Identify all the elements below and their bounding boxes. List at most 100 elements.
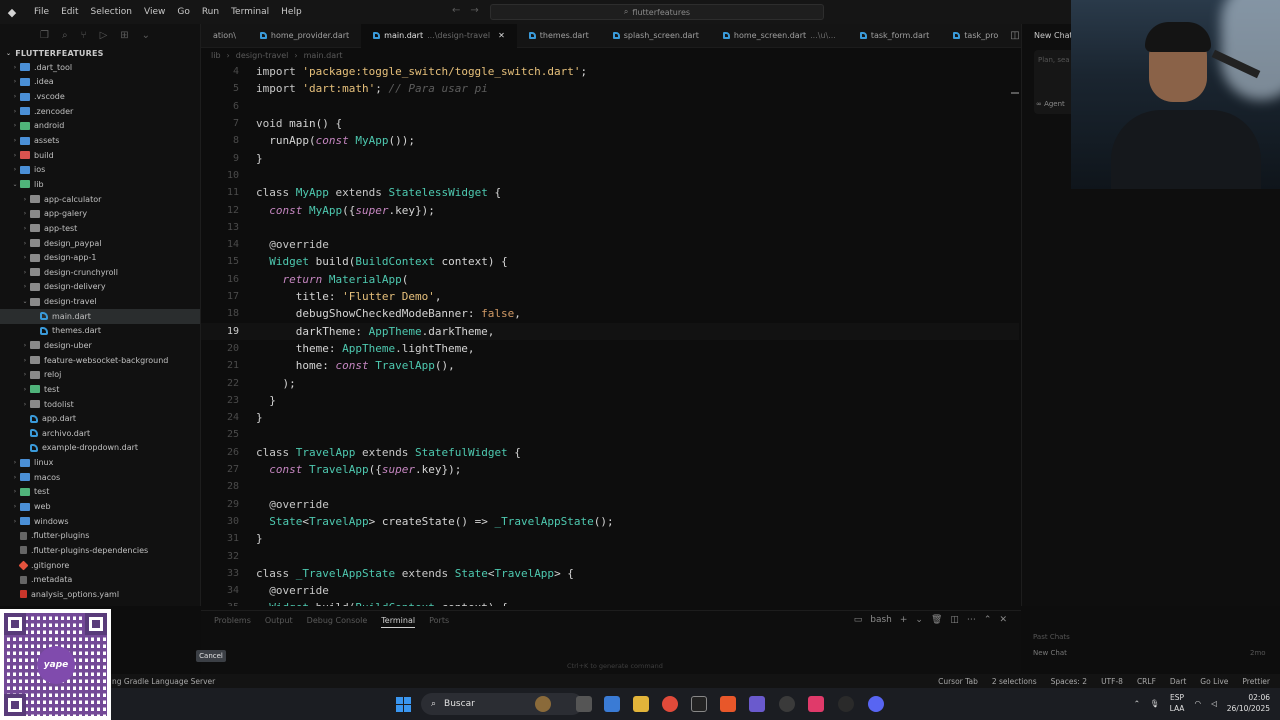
close-icon[interactable]: ✕ <box>498 31 505 40</box>
past-chat-item[interactable]: New Chat <box>1033 649 1067 657</box>
copilot-icon[interactable] <box>604 696 620 712</box>
code-line[interactable]: 12 const MyApp({super.key}); <box>201 201 1019 218</box>
volume-icon[interactable]: ◁ <box>1211 699 1217 708</box>
status-item[interactable]: Cursor Tab <box>938 677 978 686</box>
shell-label[interactable]: bash <box>870 615 892 625</box>
editor-tab[interactable]: splash_screen.dart <box>601 24 711 48</box>
tree-item[interactable]: ⌄ lib <box>0 177 200 192</box>
tree-item[interactable]: › .dart_tool <box>0 60 200 75</box>
tree-item[interactable]: › .vscode <box>0 89 200 104</box>
chatgpt-icon[interactable] <box>838 696 854 712</box>
trash-icon[interactable]: 🗑 <box>931 615 942 625</box>
tiktok-icon[interactable] <box>808 696 824 712</box>
tree-item[interactable]: › macos <box>0 470 200 485</box>
tree-item[interactable]: › windows <box>0 514 200 529</box>
code-line[interactable]: 24} <box>201 409 1019 426</box>
source-control-icon[interactable]: ⑂ <box>81 30 87 41</box>
editor-tab[interactable]: themes.dart <box>517 24 601 48</box>
tree-item[interactable]: .flutter-plugins <box>0 529 200 544</box>
tree-item[interactable]: ⌄ design-travel <box>0 294 200 309</box>
code-line[interactable]: 9} <box>201 150 1019 167</box>
code-line[interactable]: 19 darkTheme: AppTheme.darkTheme, <box>201 322 1019 340</box>
panel-tab[interactable]: Terminal <box>381 616 416 628</box>
add-terminal-icon[interactable]: + <box>900 615 908 625</box>
editor-tab[interactable]: main.dart ...\design-travel ✕ <box>361 23 517 48</box>
status-item[interactable]: Dart <box>1170 677 1186 686</box>
chevron-down-icon[interactable]: ⌄ <box>915 615 923 625</box>
tree-item[interactable]: › linux <box>0 455 200 470</box>
windows-start-icon[interactable] <box>396 697 411 712</box>
app-icon[interactable] <box>749 696 765 712</box>
tree-item[interactable]: › design_paypal <box>0 236 200 251</box>
code-line[interactable]: 29 @override <box>201 496 1019 513</box>
tree-item[interactable]: example-dropdown.dart <box>0 441 200 456</box>
code-line[interactable]: 23 } <box>201 392 1019 409</box>
cursor-app-icon[interactable] <box>691 696 707 712</box>
code-line[interactable]: 33 class _TravelAppState extends State<Tr… <box>201 565 1019 582</box>
breadcrumb-item[interactable]: design-travel <box>236 51 289 60</box>
code-line[interactable]: 35 Widget build(BuildContext context) { <box>201 599 1019 606</box>
panel-tab[interactable]: Debug Console <box>307 616 368 628</box>
status-item[interactable]: Prettier <box>1242 677 1270 686</box>
language-indicator[interactable]: ESP LAA <box>1170 692 1185 714</box>
code-line[interactable]: 30 State<TravelApp> createState() => _Tr… <box>201 513 1019 530</box>
code-line[interactable]: 17 title: 'Flutter Demo', <box>201 288 1019 305</box>
panel-tab[interactable]: Output <box>265 616 293 628</box>
tree-item[interactable]: main.dart <box>0 308 200 324</box>
menu-run[interactable]: Run <box>202 7 219 17</box>
maximize-icon[interactable]: ⌃ <box>984 615 992 625</box>
editor-tab[interactable]: ation\ <box>201 24 248 48</box>
code-line[interactable]: 27 const TravelApp({super.key}); <box>201 461 1019 478</box>
extensions-icon[interactable]: ⊞ <box>120 30 128 41</box>
status-item[interactable]: Go Live <box>1200 677 1228 686</box>
code-line[interactable]: 7 void main() { <box>201 115 1019 132</box>
code-line[interactable]: 14 @override <box>201 236 1019 253</box>
editor-tab[interactable]: home_screen.dart ...\u\... <box>711 24 848 48</box>
chrome-icon[interactable] <box>662 696 678 712</box>
tree-item[interactable]: › .idea <box>0 75 200 90</box>
layout-icon[interactable]: ◫ <box>950 615 959 625</box>
tree-item[interactable]: › assets <box>0 133 200 148</box>
editor-tab[interactable]: task_form.dart <box>848 24 941 48</box>
menu-help[interactable]: Help <box>281 7 302 17</box>
wifi-icon[interactable]: ◠ <box>1194 699 1201 708</box>
discord-icon[interactable] <box>868 696 884 712</box>
chat-title[interactable]: New Chat <box>1034 31 1073 40</box>
menu-file[interactable]: File <box>34 7 49 17</box>
status-item[interactable]: CRLF <box>1137 677 1156 686</box>
files-icon[interactable]: ❐ <box>40 30 49 41</box>
status-item[interactable]: 2 selections <box>992 677 1037 686</box>
menu-selection[interactable]: Selection <box>91 7 132 17</box>
editor-tab[interactable]: home_provider.dart <box>248 24 361 48</box>
tree-item[interactable]: › app-test <box>0 221 200 236</box>
code-line[interactable]: 5 import 'dart:math'; // Para usar pi <box>201 80 1019 97</box>
tree-item[interactable]: .gitignore <box>0 558 200 573</box>
editor-tab[interactable]: task_pro <box>941 24 1010 48</box>
cancel-button[interactable]: Cancel <box>196 650 226 662</box>
run-icon[interactable]: ▷ <box>100 30 108 41</box>
tree-item[interactable]: › build <box>0 148 200 163</box>
tree-item[interactable]: › feature-websocket-background <box>0 353 200 368</box>
code-line[interactable]: 26 class TravelApp extends StatefulWidget… <box>201 444 1019 461</box>
code-line[interactable]: 15 Widget build(BuildContext context) { <box>201 253 1019 270</box>
chevron-down-icon[interactable]: ⌄ <box>142 30 150 41</box>
menu-go[interactable]: Go <box>177 7 189 17</box>
agent-mode-button[interactable]: ∞ Agent <box>1036 100 1065 108</box>
code-line[interactable]: 32 <box>201 547 1019 564</box>
tree-item[interactable]: › reloj <box>0 367 200 382</box>
code-line[interactable]: 13 <box>201 219 1019 236</box>
code-line[interactable]: 22 ); <box>201 374 1019 391</box>
app-icon[interactable] <box>779 696 795 712</box>
tree-item[interactable]: › app-galery <box>0 206 200 221</box>
status-item[interactable]: UTF-8 <box>1101 677 1123 686</box>
command-search[interactable]: ⌕ flutterfeatures <box>490 4 824 20</box>
breadcrumb-item[interactable]: main.dart <box>304 51 343 60</box>
code-line[interactable]: 18 debugShowCheckedModeBanner: false, <box>201 305 1019 322</box>
chevron-up-icon[interactable]: ⌃ <box>1134 699 1140 708</box>
nav-arrows-icon[interactable]: ←→ <box>452 5 489 16</box>
status-item[interactable]: Spaces: 2 <box>1051 677 1087 686</box>
code-line[interactable]: 21 home: const TravelApp(), <box>201 357 1019 374</box>
tree-item[interactable]: › design-app-1 <box>0 250 200 265</box>
tree-item[interactable]: › test <box>0 382 200 397</box>
code-line[interactable]: 16 return MaterialApp( <box>201 271 1019 288</box>
